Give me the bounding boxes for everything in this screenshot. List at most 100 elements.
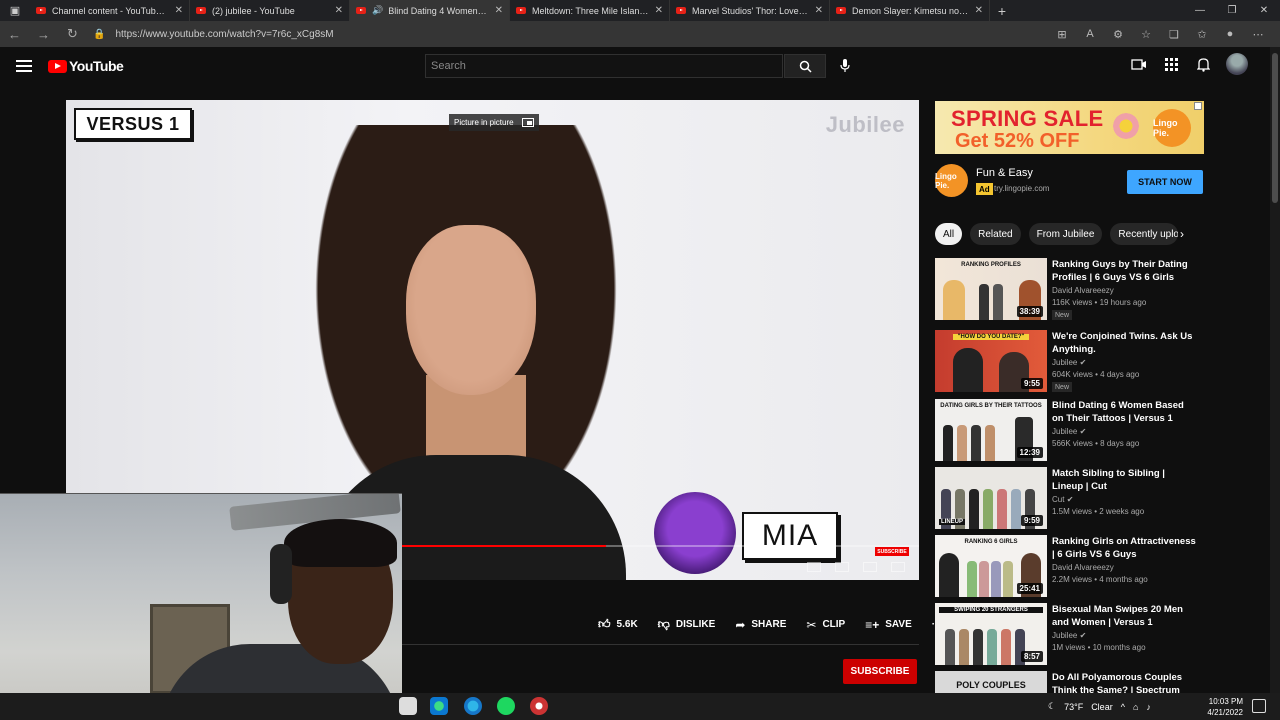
- clip-button[interactable]: ✂ CLIP: [806, 618, 845, 632]
- chevron-right-icon[interactable]: ›: [1180, 227, 1184, 241]
- theater-mode-icon[interactable]: [863, 562, 877, 572]
- hamburger-menu-icon[interactable]: [16, 60, 32, 72]
- browser-tab-1[interactable]: (2) jubilee - YouTube ✕: [190, 0, 350, 21]
- video-thumbnail[interactable]: LINEUP 9:59: [935, 467, 1047, 529]
- url-field[interactable]: 🔒 https://www.youtube.com/watch?v=7r6c_x…: [93, 29, 1050, 40]
- new-tab-plus-icon[interactable]: +: [990, 0, 1014, 21]
- channel-name[interactable]: Cut ✔: [1052, 495, 1073, 504]
- channel-name[interactable]: Jubilee ✔: [1052, 358, 1086, 367]
- miniplayer-icon[interactable]: [835, 562, 849, 572]
- tracking-icon[interactable]: ⚙: [1106, 28, 1130, 41]
- taskbar-clock[interactable]: 10:03 PM 4/21/2022: [1199, 696, 1243, 718]
- speaker-icon[interactable]: 🔊: [372, 5, 383, 16]
- tab-close-icon[interactable]: ✕: [175, 5, 183, 16]
- video-thumbnail[interactable]: RANKING 6 GIRLS 25:41: [935, 535, 1047, 597]
- subscribe-overlay-badge[interactable]: SUBSCRIBE: [875, 547, 909, 556]
- channel-name[interactable]: David Alvareeezy: [1052, 286, 1114, 295]
- microphone-icon[interactable]: [838, 55, 852, 77]
- video-thumbnail[interactable]: SWIPING 20 STRANGERS 8:57: [935, 603, 1047, 665]
- recommendation-item[interactable]: SWIPING 20 STRANGERS 8:57 Bisexual Man S…: [935, 603, 1195, 665]
- weather-condition[interactable]: Clear: [1091, 702, 1113, 712]
- account-avatar[interactable]: [1226, 53, 1248, 75]
- back-arrow-icon[interactable]: ←: [0, 27, 29, 42]
- lock-icon[interactable]: 🔒: [93, 29, 105, 40]
- video-title[interactable]: Ranking Guys by Their Dating Profiles | …: [1052, 258, 1197, 284]
- page-scrollbar[interactable]: [1270, 47, 1280, 693]
- refresh-icon[interactable]: ↻: [58, 26, 87, 42]
- recommendation-item[interactable]: LINEUP 9:59 Match Sibling to Sibling | L…: [935, 467, 1195, 529]
- chip-recently-uploaded[interactable]: Recently uploaded: [1110, 223, 1179, 245]
- tab-close-icon[interactable]: ✕: [815, 5, 823, 16]
- scrollbar-thumb[interactable]: [1272, 53, 1278, 203]
- like-button[interactable]: 👍︎ 5.6K: [598, 617, 638, 632]
- subscribe-button[interactable]: SUBSCRIBE: [843, 659, 917, 684]
- channel-name[interactable]: Jubilee ✔: [1052, 427, 1086, 436]
- recommendation-item[interactable]: RANKING PROFILES 38:39 Ranking Guys by T…: [935, 258, 1195, 320]
- network-icon[interactable]: ⌂: [1133, 702, 1138, 712]
- ad-banner[interactable]: SPRING SALE Get 52% OFF Lingo Pie.: [935, 101, 1204, 154]
- favorite-star-icon[interactable]: ☆: [1134, 28, 1158, 41]
- picture-in-picture-icon[interactable]: [521, 118, 534, 127]
- video-title[interactable]: Ranking Girls on Attractiveness | 6 Girl…: [1052, 535, 1197, 561]
- share-button[interactable]: ➦ SHARE: [735, 618, 786, 632]
- weather-moon-icon[interactable]: ☾: [1048, 701, 1056, 712]
- youtube-logo[interactable]: YouTube: [48, 58, 124, 74]
- recommendation-item[interactable]: "HOW DO YOU DATE?" 9:55 We're Conjoined …: [935, 330, 1195, 392]
- ad-info-icon[interactable]: [1194, 102, 1202, 110]
- tab-close-icon[interactable]: ✕: [975, 5, 983, 16]
- tab-close-icon[interactable]: ✕: [335, 5, 343, 16]
- settings-gear-icon[interactable]: [807, 562, 821, 572]
- edge-browser-icon[interactable]: [430, 697, 448, 715]
- profile-icon[interactable]: ●: [1218, 28, 1242, 41]
- recommendation-item[interactable]: DATING GIRLS BY THEIR TATTOOS 12:39 Blin…: [935, 399, 1195, 461]
- video-title[interactable]: We're Conjoined Twins. Ask Us Anything.: [1052, 330, 1197, 356]
- notification-center-icon[interactable]: [1252, 699, 1266, 713]
- obs-icon[interactable]: [530, 697, 548, 715]
- recommendation-item[interactable]: RANKING 6 GIRLS 25:41 Ranking Girls on A…: [935, 535, 1197, 597]
- video-thumbnail[interactable]: "HOW DO YOU DATE?" 9:55: [935, 330, 1047, 392]
- chip-all[interactable]: All: [935, 223, 963, 245]
- channel-watermark[interactable]: Jubilee: [826, 112, 905, 138]
- video-thumbnail[interactable]: POLY COUPLES: [935, 671, 1047, 693]
- advertiser-logo[interactable]: Lingo Pie.: [935, 164, 968, 197]
- video-thumbnail[interactable]: DATING GIRLS BY THEIR TATTOOS 12:39: [935, 399, 1047, 461]
- recommendation-item[interactable]: POLY COUPLES Do All Polyamorous Couples …: [935, 671, 1195, 693]
- favorites-icon[interactable]: ✩: [1190, 28, 1214, 41]
- browser-menu-icon[interactable]: ⋯: [1246, 28, 1270, 41]
- tab-actions-icon[interactable]: ▣: [0, 0, 30, 21]
- video-title[interactable]: Match Sibling to Sibling | Lineup | Cut: [1052, 467, 1197, 493]
- browser-tab-4[interactable]: Marvel Studios' Thor: Love and T ✕: [670, 0, 830, 21]
- search-button[interactable]: [784, 54, 826, 78]
- search-input[interactable]: Search: [425, 54, 783, 78]
- read-aloud-icon[interactable]: A: [1078, 28, 1102, 41]
- browser-tab-0[interactable]: Channel content - YouTube Studio ✕: [30, 0, 190, 21]
- minimize-icon[interactable]: —: [1184, 0, 1216, 21]
- collections-icon[interactable]: ❏: [1162, 28, 1186, 41]
- video-title[interactable]: Bisexual Man Swipes 20 Men and Women | V…: [1052, 603, 1197, 629]
- channel-name[interactable]: Jubilee ✔: [1052, 631, 1086, 640]
- file-explorer-icon[interactable]: [399, 697, 417, 715]
- edge-alt-icon[interactable]: [464, 697, 482, 715]
- video-thumbnail[interactable]: RANKING PROFILES 38:39: [935, 258, 1047, 320]
- volume-icon[interactable]: ♪: [1146, 702, 1151, 712]
- dislike-button[interactable]: 👎︎ DISLIKE: [658, 617, 716, 632]
- browser-tab-3[interactable]: Meltdown: Three Mile Island | Of ✕: [510, 0, 670, 21]
- temperature[interactable]: 73°F: [1064, 702, 1083, 712]
- notifications-bell-icon[interactable]: [1194, 55, 1212, 73]
- maximize-icon[interactable]: ❐: [1216, 0, 1248, 21]
- video-title[interactable]: Do All Polyamorous Couples Think the Sam…: [1052, 671, 1195, 693]
- chip-from-jubilee[interactable]: From Jubilee: [1028, 223, 1103, 245]
- forward-arrow-icon[interactable]: →: [29, 27, 58, 42]
- channel-name[interactable]: David Alvareeezy: [1052, 563, 1114, 572]
- browser-tab-5[interactable]: Demon Slayer: Kimetsu no Yaiba ✕: [830, 0, 990, 21]
- apps-grid-icon[interactable]: [1162, 55, 1180, 73]
- close-window-icon[interactable]: ✕: [1248, 0, 1280, 21]
- spotify-icon[interactable]: [497, 697, 515, 715]
- chip-related[interactable]: Related: [970, 223, 1021, 245]
- chevron-up-icon[interactable]: ^: [1121, 702, 1125, 712]
- tab-close-icon[interactable]: ✕: [495, 5, 503, 16]
- create-video-icon[interactable]: [1130, 55, 1148, 73]
- save-button[interactable]: ≡+ SAVE: [865, 618, 912, 632]
- browser-tab-2[interactable]: 🔊 Blind Dating 4 Women in a ✕: [350, 0, 510, 21]
- tab-close-icon[interactable]: ✕: [655, 5, 663, 16]
